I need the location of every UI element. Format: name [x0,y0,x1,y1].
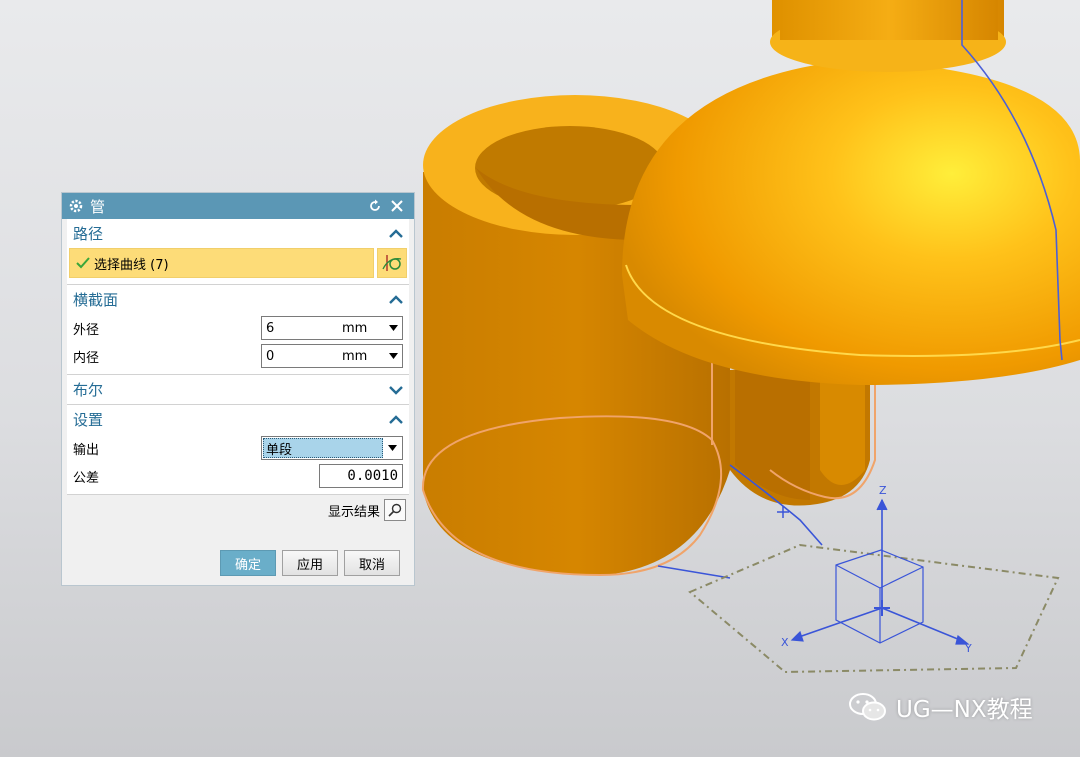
cross-section-title: 横截面 [73,291,119,309]
watermark-text: UG—NX教程 [896,697,1033,723]
dropdown-arrow-icon[interactable] [384,353,402,359]
output-select-value[interactable]: 单段 [263,438,383,458]
select-curve-field[interactable]: 选择曲线 (7) [69,248,374,278]
ok-button[interactable]: 确定 [220,550,276,576]
boolean-section-header[interactable]: 布尔 [67,375,409,404]
outer-diameter-unit: mm [342,320,368,336]
gear-icon [68,198,84,214]
show-result-row: 显示结果 [62,495,414,525]
path-section-header[interactable]: 路径 [67,219,409,248]
dialog-title: 管 [90,197,106,216]
wechat-icon [848,691,888,723]
dropdown-arrow-icon[interactable] [384,325,402,331]
checkmark-icon [76,257,90,269]
tolerance-label: 公差 [73,470,100,486]
inner-diameter-input[interactable]: 0 mm [261,344,403,368]
tube-dialog: 管 路径 选择曲线 (7) 横截面 外径 6 mm 内径 0 mm 布尔 设置 … [61,192,415,586]
select-curve-label: 选择曲线 (7) [94,257,169,273]
csys-triad [790,498,970,645]
outer-diameter-input[interactable]: 6 mm [261,316,403,340]
output-select[interactable]: 单段 [261,436,403,460]
inner-diameter-label: 内径 [73,350,100,366]
watermark: UG—NX教程 [848,690,1033,724]
apply-button[interactable]: 应用 [282,550,338,576]
boolean-section-title: 布尔 [73,381,104,399]
chevron-down-icon [389,385,403,395]
axis-label-y: Y [964,642,972,655]
settings-section-title: 设置 [73,411,104,429]
curve-point-marker [777,506,789,518]
chevron-up-icon [389,414,403,425]
settings-section-header[interactable]: 设置 [67,405,409,434]
dome [622,0,1080,385]
path-section-title: 路径 [73,225,104,243]
close-icon[interactable] [388,197,406,215]
reset-icon[interactable] [366,197,384,215]
cross-section-section: 横截面 外径 6 mm 内径 0 mm [67,285,409,375]
inner-diameter-value[interactable]: 0 [262,349,342,364]
settings-section: 设置 输出 单段 公差 0.0010 [67,405,409,495]
chevron-up-icon [389,294,403,305]
path-section: 路径 选择曲线 (7) [67,219,409,285]
dropdown-arrow-icon[interactable] [383,445,401,451]
chevron-up-icon [389,228,403,239]
outer-diameter-label: 外径 [73,322,100,338]
cross-section-header[interactable]: 横截面 [67,285,409,314]
output-label: 输出 [73,442,100,458]
outer-diameter-value[interactable]: 6 [262,321,342,336]
show-result-label: 显示结果 [327,504,380,520]
axis-label-x: X [781,636,789,649]
tolerance-input[interactable]: 0.0010 [319,464,403,488]
boolean-section: 布尔 [67,375,409,405]
inner-diameter-unit: mm [342,348,368,364]
cancel-button[interactable]: 取消 [344,550,400,576]
curve-select-icon[interactable] [377,248,407,278]
magnifier-icon[interactable] [384,499,406,521]
dialog-titlebar[interactable]: 管 [62,193,414,219]
axis-label-z: Z [879,484,887,497]
